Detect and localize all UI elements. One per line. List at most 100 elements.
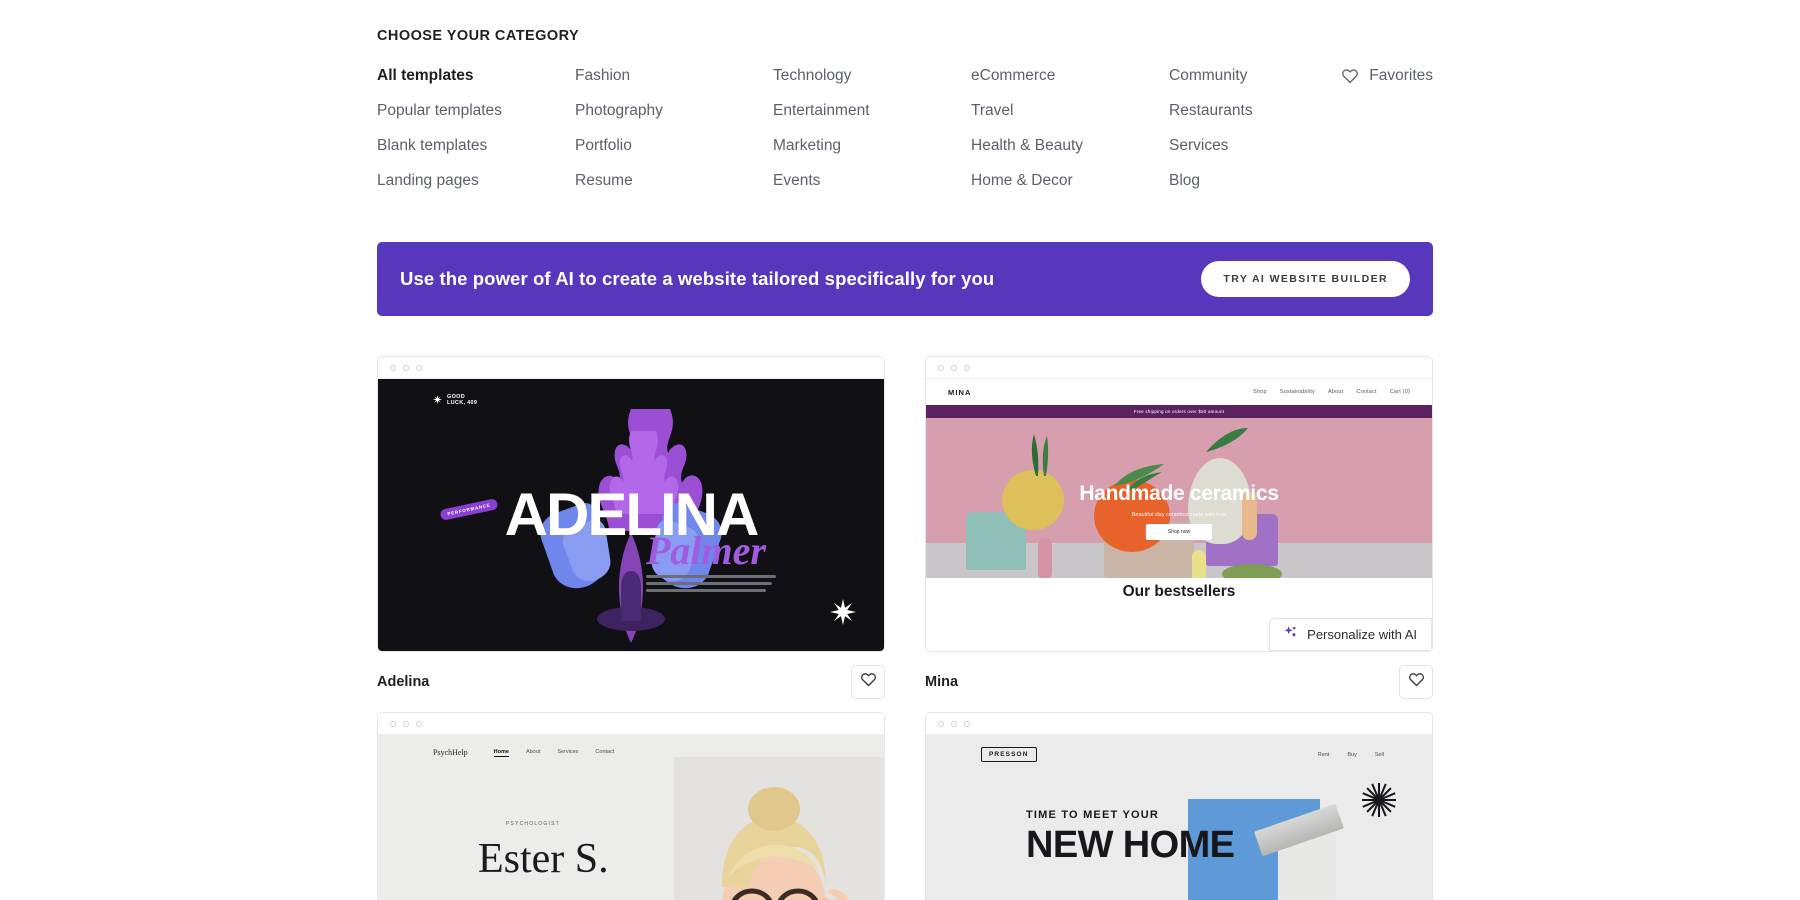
category-item-blank-templates[interactable]: Blank templates	[377, 137, 575, 155]
starburst-accent-icon	[830, 599, 856, 630]
favorite-toggle-button[interactable]	[851, 665, 885, 699]
realestate-nav-item-rent[interactable]: Rent	[1318, 752, 1330, 758]
category-list: All templates Fashion Technology eCommer…	[377, 67, 1433, 190]
store-nav-item-sustainability[interactable]: Sustainability	[1280, 389, 1315, 395]
template-card-adelina[interactable]: GOOD LUCK, 409 PERFORMANCE ADELINA Palme…	[377, 356, 885, 652]
announcement-bar: Free shipping on orders over $50 amount	[926, 405, 1432, 418]
heart-icon	[1408, 671, 1425, 693]
category-item-restaurants[interactable]: Restaurants	[1169, 102, 1339, 120]
store-nav-item-cart[interactable]: Cart (0)	[1390, 389, 1410, 395]
template-cell: MINA Shop Sustainability About Contact C…	[925, 356, 1433, 712]
psych-nav-item-about[interactable]: About	[526, 749, 540, 757]
template-name: Mina	[925, 674, 959, 690]
chrome-dot-icon	[416, 720, 422, 727]
chrome-dot-icon	[964, 720, 970, 727]
grid-spacer	[1339, 102, 1433, 120]
category-item-travel[interactable]: Travel	[971, 102, 1169, 120]
leaf-icon	[1031, 434, 1049, 476]
template-card-ester[interactable]: PsychHelp Home About Services Contact PS…	[377, 712, 885, 900]
category-item-landing-pages[interactable]: Landing pages	[377, 172, 575, 190]
ai-banner-message: Use the power of AI to create a website …	[400, 268, 995, 289]
template-card-mina[interactable]: MINA Shop Sustainability About Contact C…	[925, 356, 1433, 652]
psych-logo: PsychHelp	[433, 748, 468, 757]
chrome-dot-icon	[938, 364, 944, 371]
store-nav-item-about[interactable]: About	[1328, 389, 1343, 395]
templates-page: CHOOSE YOUR CATEGORY All templates Fashi…	[0, 0, 1800, 900]
heart-icon	[1341, 67, 1359, 85]
chrome-dot-icon	[390, 364, 396, 371]
category-item-entertainment[interactable]: Entertainment	[773, 102, 971, 120]
poster-logo-line1: GOOD	[447, 393, 466, 400]
chrome-dot-icon	[416, 364, 422, 371]
category-item-portfolio[interactable]: Portfolio	[575, 137, 773, 155]
category-item-marketing[interactable]: Marketing	[773, 137, 971, 155]
category-item-photography[interactable]: Photography	[575, 102, 773, 120]
grid-spacer	[1339, 137, 1433, 155]
personalize-with-ai-button[interactable]: Personalize with AI	[1269, 618, 1432, 651]
template-preview-adelina: GOOD LUCK, 409 PERFORMANCE ADELINA Palme…	[378, 379, 884, 651]
psych-title: Ester S.	[478, 836, 609, 882]
browser-chrome-bar	[926, 357, 1432, 379]
template-preview-presson: PRESSON Rent Buy Sell TIME TO MEET YOUR …	[926, 735, 1432, 900]
category-item-resume[interactable]: Resume	[575, 172, 773, 190]
favorites-button[interactable]: Favorites	[1341, 67, 1433, 85]
psych-nav-links: Home About Services Contact	[493, 749, 614, 757]
heart-icon	[860, 671, 877, 693]
realestate-logo: PRESSON	[981, 747, 1037, 762]
starburst-icon	[1362, 783, 1396, 822]
leaf-icon	[1206, 428, 1248, 452]
category-item-community[interactable]: Community	[1169, 67, 1339, 85]
store-navbar: MINA Shop Sustainability About Contact C…	[926, 379, 1432, 405]
hero-subheading: Beautiful clay ceramics made with love	[1131, 512, 1227, 518]
realestate-nav-item-sell[interactable]: Sell	[1375, 752, 1384, 758]
poster-badge: PERFORMANCE	[439, 498, 499, 521]
chrome-dot-icon	[951, 720, 957, 727]
realestate-title: NEW HOME	[1026, 824, 1235, 866]
store-nav-item-shop[interactable]: Shop	[1253, 389, 1267, 395]
category-item-ecommerce[interactable]: eCommerce	[971, 67, 1169, 85]
browser-chrome-bar	[926, 713, 1432, 735]
template-footer: Adelina	[377, 652, 885, 712]
psych-kicker: PSYCHOLOGIST	[506, 821, 560, 827]
store-nav-links: Shop Sustainability About Contact Cart (…	[1253, 389, 1410, 395]
category-item-events[interactable]: Events	[773, 172, 971, 190]
category-item-home-decor[interactable]: Home & Decor	[971, 172, 1169, 190]
category-item-services[interactable]: Services	[1169, 137, 1339, 155]
category-item-all-templates[interactable]: All templates	[377, 67, 575, 85]
realestate-nav-links: Rent Buy Sell	[1318, 752, 1384, 758]
favorite-toggle-button[interactable]	[1399, 665, 1433, 699]
store-nav-item-contact[interactable]: Contact	[1356, 389, 1376, 395]
starburst-icon	[433, 391, 442, 409]
category-item-health-beauty[interactable]: Health & Beauty	[971, 137, 1169, 155]
category-item-technology[interactable]: Technology	[773, 67, 971, 85]
template-footer: Mina	[925, 652, 1433, 712]
hero-cta-button[interactable]: Shop now	[1145, 524, 1213, 540]
psych-nav-item-contact[interactable]: Contact	[595, 749, 614, 757]
template-preview-mina: MINA Shop Sustainability About Contact C…	[926, 379, 1432, 651]
chrome-dot-icon	[951, 364, 957, 371]
psych-nav-item-home[interactable]: Home	[493, 749, 509, 757]
store-hero: Handmade ceramics Beautiful clay ceramic…	[926, 418, 1432, 578]
try-ai-website-builder-button[interactable]: TRY AI WEBSITE BUILDER	[1201, 261, 1410, 297]
browser-chrome-bar	[378, 713, 884, 735]
template-cell: GOOD LUCK, 409 PERFORMANCE ADELINA Palme…	[377, 356, 885, 712]
psych-navbar: PsychHelp Home About Services Contact	[378, 735, 884, 757]
hero-heading: Handmade ceramics	[1079, 482, 1279, 505]
category-item-blog[interactable]: Blog	[1169, 172, 1339, 190]
category-item-fashion[interactable]: Fashion	[575, 67, 773, 85]
page-title: CHOOSE YOUR CATEGORY	[377, 28, 580, 44]
poster-logo: GOOD LUCK, 409	[433, 391, 477, 409]
psych-nav-item-services[interactable]: Services	[557, 749, 578, 757]
template-name: Adelina	[377, 674, 430, 690]
category-item-popular-templates[interactable]: Popular templates	[377, 102, 575, 120]
poster-script-title: Palmer	[646, 528, 766, 573]
realestate-nav-item-buy[interactable]: Buy	[1347, 752, 1356, 758]
template-cell: PsychHelp Home About Services Contact PS…	[377, 712, 885, 900]
poster-logo-line2: LUCK, 409	[447, 400, 478, 406]
template-card-presson[interactable]: PRESSON Rent Buy Sell TIME TO MEET YOUR …	[925, 712, 1433, 900]
grid-spacer	[1339, 172, 1433, 190]
realestate-navbar: PRESSON Rent Buy Sell	[926, 735, 1432, 762]
chrome-dot-icon	[390, 720, 396, 727]
chrome-dot-icon	[964, 364, 970, 371]
realestate-kicker: TIME TO MEET YOUR	[1026, 809, 1160, 821]
